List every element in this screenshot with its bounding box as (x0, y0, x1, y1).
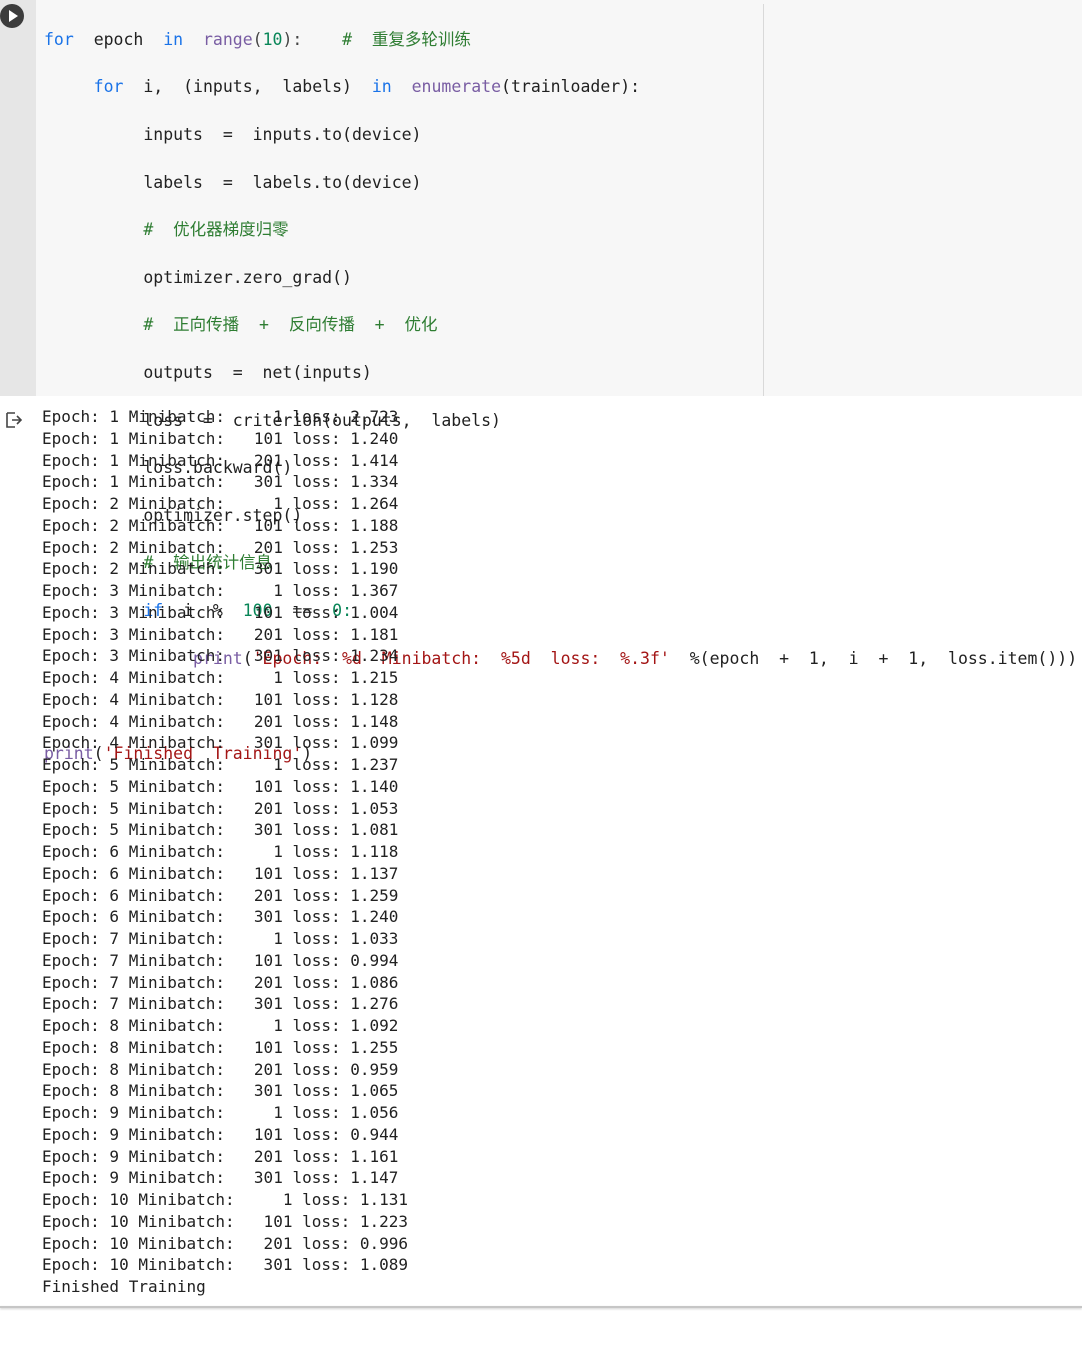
output-line: Epoch: 4 Minibatch: 301 loss: 1.099 (42, 733, 399, 753)
code-line-8: outputs = net(inputs) (44, 361, 1077, 385)
number: 10 (262, 29, 283, 49)
output-line: Epoch: 9 Minibatch: 101 loss: 0.944 (42, 1124, 399, 1144)
code-cell[interactable]: for epoch in range(10): # 重复多轮训练 for i, … (0, 0, 1082, 763)
builtin: enumerate (411, 77, 502, 97)
output-line: Epoch: 7 Minibatch: 1 loss: 1.033 (42, 929, 399, 948)
output-line: Epoch: 1 Minibatch: 1 loss: 2.723 (42, 407, 399, 426)
output-line: Epoch: 5 Minibatch: 1 loss: 1.237 (42, 755, 399, 774)
output-line: Epoch: 7 Minibatch: 101 loss: 0.994 (42, 950, 399, 970)
output-line: Epoch: 1 Minibatch: 101 loss: 1.240 (42, 428, 399, 448)
cell-gutter (0, 0, 36, 396)
output-line: Epoch: 10 Minibatch: 301 loss: 1.089 (42, 1255, 409, 1275)
code-line-6: optimizer.zero_grad() (44, 266, 1077, 290)
code-token: (trainloader): (501, 77, 641, 97)
output-line: Epoch: 7 Minibatch: 201 loss: 1.086 (42, 972, 399, 992)
output-line: Epoch: 1 Minibatch: 201 loss: 1.414 (42, 450, 399, 470)
output-arrow-icon[interactable] (4, 410, 24, 430)
output-line: Epoch: 4 Minibatch: 201 loss: 1.148 (42, 711, 399, 731)
code-token: ): (282, 29, 303, 49)
run-cell-button[interactable] (0, 4, 24, 28)
keyword: for (93, 77, 124, 97)
output-line: Epoch: 9 Minibatch: 1 loss: 1.056 (42, 1103, 399, 1122)
code-token: epoch (93, 29, 144, 49)
code-token: optimizer.zero_grad() (143, 267, 352, 287)
output-line: Epoch: 9 Minibatch: 301 loss: 1.147 (42, 1168, 399, 1188)
output-line: Epoch: 5 Minibatch: 201 loss: 1.053 (42, 798, 399, 818)
output-line: Epoch: 10 Minibatch: 101 loss: 1.223 (42, 1211, 409, 1231)
cell-output: Epoch: 1 Minibatch: 1 loss: 2.723 Epoch: … (42, 406, 408, 1298)
output-line: Epoch: 8 Minibatch: 301 loss: 1.065 (42, 1081, 399, 1101)
output-line: Finished Training (42, 1277, 206, 1296)
code-line-3: inputs = inputs.to(device) (44, 123, 1077, 147)
code-token: %(epoch + 1, i + 1, loss.item())) (669, 648, 1078, 668)
code-line-5: # 优化器梯度归零 (44, 218, 1077, 242)
output-line: Epoch: 8 Minibatch: 201 loss: 0.959 (42, 1059, 399, 1079)
code-line-2: for i, (inputs, labels) in enumerate(tra… (44, 75, 1077, 99)
output-line: Epoch: 4 Minibatch: 1 loss: 1.215 (42, 668, 399, 687)
code-line-1: for epoch in range(10): # 重复多轮训练 (44, 28, 1077, 52)
output-line: Epoch: 10 Minibatch: 1 loss: 1.131 (42, 1190, 409, 1209)
code-token: i, (inputs, labels) (143, 77, 352, 97)
output-line: Epoch: 5 Minibatch: 301 loss: 1.081 (42, 820, 399, 840)
output-line: Epoch: 5 Minibatch: 101 loss: 1.140 (42, 776, 399, 796)
code-token: ( (252, 29, 263, 49)
output-line: Epoch: 3 Minibatch: 301 loss: 1.234 (42, 646, 399, 666)
code-token: labels = labels.to(device) (143, 172, 422, 192)
output-line: Epoch: 1 Minibatch: 301 loss: 1.334 (42, 472, 399, 492)
output-line: Epoch: 7 Minibatch: 301 loss: 1.276 (42, 994, 399, 1014)
keyword: in (163, 29, 184, 49)
keyword: in (371, 77, 392, 97)
comment: # 优化器梯度归零 (143, 220, 289, 240)
keyword: for (44, 29, 74, 49)
output-line: Epoch: 8 Minibatch: 101 loss: 1.255 (42, 1037, 399, 1057)
output-line: Epoch: 6 Minibatch: 101 loss: 1.137 (42, 863, 399, 883)
output-line: Epoch: 8 Minibatch: 1 loss: 1.092 (42, 1016, 399, 1035)
code-token: outputs = net(inputs) (143, 362, 372, 382)
builtin: range (202, 29, 253, 49)
output-line: Epoch: 2 Minibatch: 101 loss: 1.188 (42, 515, 399, 535)
output-line: Epoch: 9 Minibatch: 201 loss: 1.161 (42, 1146, 399, 1166)
output-line: Epoch: 6 Minibatch: 201 loss: 1.259 (42, 885, 399, 905)
play-icon (9, 10, 18, 22)
code-line-4: labels = labels.to(device) (44, 171, 1077, 195)
comment: # 正向传播 + 反向传播 + 优化 (143, 315, 438, 335)
comment: # 重复多轮训练 (342, 29, 471, 49)
cell-divider (0, 1306, 1082, 1308)
output-line: Epoch: 6 Minibatch: 1 loss: 1.118 (42, 842, 399, 861)
output-line: Epoch: 3 Minibatch: 101 loss: 1.004 (42, 602, 399, 622)
output-line: Epoch: 3 Minibatch: 1 loss: 1.367 (42, 581, 399, 600)
output-line: Epoch: 3 Minibatch: 201 loss: 1.181 (42, 624, 399, 644)
output-line: Epoch: 2 Minibatch: 301 loss: 1.190 (42, 559, 399, 579)
output-line: Epoch: 6 Minibatch: 301 loss: 1.240 (42, 907, 399, 927)
output-line: Epoch: 2 Minibatch: 1 loss: 1.264 (42, 494, 399, 513)
output-line: Epoch: 10 Minibatch: 201 loss: 0.996 (42, 1233, 409, 1253)
code-line-7: # 正向传播 + 反向传播 + 优化 (44, 313, 1077, 337)
code-token: inputs = inputs.to(device) (143, 124, 422, 144)
output-line: Epoch: 4 Minibatch: 101 loss: 1.128 (42, 689, 399, 709)
output-line: Epoch: 2 Minibatch: 201 loss: 1.253 (42, 537, 399, 557)
